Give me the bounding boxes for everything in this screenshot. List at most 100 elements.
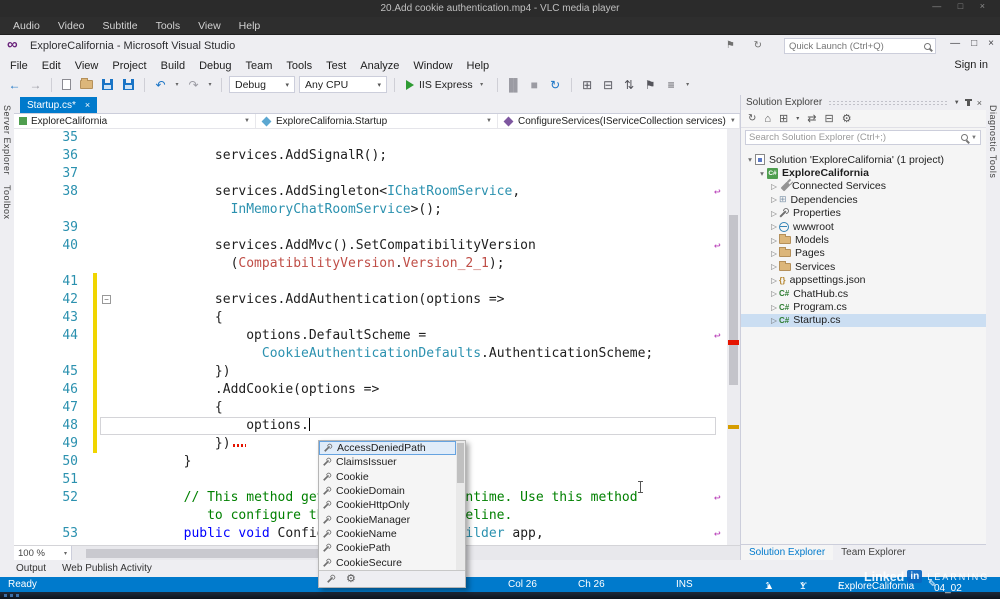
menu-view[interactable]: View [68,59,106,73]
gear-icon[interactable]: ⚙ [346,573,356,585]
code-line[interactable]: 39 [14,219,740,237]
bookmark-icon[interactable]: ⚑ [642,79,659,91]
navbar-project-dropdown[interactable]: ExploreCalifornia ▼ [14,114,256,128]
switch-views-icon[interactable]: ⊞ [779,112,788,125]
pin-icon[interactable] [964,99,972,106]
vlc-menu-subtitle[interactable]: Subtitle [94,20,147,32]
toolbar-options-icon[interactable]: ▾ [684,81,692,88]
code-line[interactable]: 45 }) [14,363,740,381]
tree-item-dependencies[interactable]: ▷ ⊞ Dependencies [741,193,987,206]
vlc-window-buttons[interactable]: — □ × [932,1,992,11]
code-line[interactable]: 48 options. [14,417,740,435]
output-tab-output[interactable]: Output [16,563,46,574]
sync-icon[interactable]: ⇅ [621,79,638,91]
feedback-icons[interactable]: ⚑ ↻ [726,40,770,51]
menu-build[interactable]: Build [154,59,192,73]
completion-item-accessdeniedpath[interactable]: AccessDeniedPath [319,441,456,456]
sync-with-active-document-icon[interactable]: ⇄ [807,112,816,125]
vlc-menu-view[interactable]: View [189,20,230,32]
open-file-icon[interactable] [80,78,93,89]
panel-tab-team-explorer[interactable]: Team Explorer [833,545,913,560]
editor-vertical-scrollbar[interactable] [727,129,740,545]
code-line[interactable]: 36 services.AddSignalR(); [14,147,740,165]
tree-item-program-cs[interactable]: ▷ C# Program.cs [741,300,987,313]
quick-launch-input[interactable]: Quick Launch (Ctrl+Q) [784,38,936,54]
code-line[interactable]: (CompatibilityVersion.Version_2_1); [14,255,740,273]
code-line[interactable]: 44 options.DefaultScheme = ↩ [14,327,740,345]
expander-icon[interactable]: ▷ [769,182,779,191]
properties-filter-icon[interactable] [327,575,336,584]
undo-icon[interactable]: ↶ [152,79,169,91]
expander-icon[interactable]: ▷ [769,236,779,245]
vlc-menu-help[interactable]: Help [230,20,270,32]
code-line[interactable]: 46 .AddCookie(options => [14,381,740,399]
code-line[interactable]: 41 [14,273,740,291]
close-tab-icon[interactable]: × [85,100,90,110]
navigate-back-icon[interactable]: ← [6,79,23,91]
expander-icon[interactable]: ▷ [769,289,779,298]
horizontal-scrollbar-thumb[interactable] [86,549,346,558]
drag-handle[interactable] [828,100,948,105]
navbar-member-dropdown[interactable]: ConfigureServices(IServiceCollection ser… [498,114,740,128]
code-line[interactable]: 35 [14,129,740,147]
tree-item-solution-explorecalifornia-1-project[interactable]: ▾ Solution 'ExploreCalifornia' (1 project… [741,153,987,166]
navbar-class-dropdown[interactable]: ExploreCalifornia.Startup ▼ [256,114,498,128]
vlc-menu-video[interactable]: Video [49,20,94,32]
collapse-region-icon[interactable]: − [102,295,111,304]
tree-item-appsettings-json[interactable]: ▷{} appsettings.json [741,274,987,287]
completion-item-cookiedomain[interactable]: CookieDomain [319,484,456,498]
minimize-button[interactable]: — [950,38,960,49]
menu-help[interactable]: Help [460,59,497,73]
code-line[interactable]: 38 services.AddSingleton<IChatRoomServic… [14,183,740,201]
navigate-forward-icon[interactable]: → [27,79,44,91]
code-line[interactable]: CookieAuthenticationDefaults.Authenticat… [14,345,740,363]
side-tab-server-explorer[interactable]: Server Explorer [2,105,12,175]
expander-icon[interactable]: ▷ [769,209,779,218]
expander-icon[interactable]: ▷ [769,195,779,204]
vlc-menu-tools[interactable]: Tools [147,20,190,32]
completion-item-cookiemanager[interactable]: CookieManager [319,512,456,526]
menu-debug[interactable]: Debug [192,59,238,73]
properties-icon[interactable]: ⚙ [842,112,852,125]
tree-item-pages[interactable]: ▷ Pages [741,247,987,260]
tree-item-explorecalifornia[interactable]: ▾ C# ExploreCalifornia [741,166,987,179]
pending-changes-filter-icon[interactable]: ▾ [796,115,799,122]
menu-test[interactable]: Test [319,59,353,73]
tree-item-models[interactable]: ▷ Models [741,233,987,246]
tree-item-connected-services[interactable]: ▷ Connected Services [741,180,987,193]
completion-item-cookiename[interactable]: CookieName [319,527,456,541]
menu-file[interactable]: File [3,59,35,73]
tree-item-chathub-cs[interactable]: ▷ C# ChatHub.cs [741,287,987,300]
solution-explorer-search-input[interactable]: Search Solution Explorer (Ctrl+;) ▼ [745,130,981,145]
platform-select[interactable]: Any CPU ▾ [299,76,387,93]
redo-dropdown-icon[interactable]: ▾ [206,81,214,88]
new-file-icon[interactable] [62,79,71,90]
expander-icon[interactable]: ▷ [769,316,779,325]
vlc-bottom-bar[interactable] [0,592,1000,599]
start-debugging-button[interactable]: IIS Express ▾ [402,79,490,91]
scrollbar-thumb[interactable] [729,215,738,385]
tree-item-services[interactable]: ▷ Services [741,260,987,273]
menu-edit[interactable]: Edit [35,59,68,73]
side-tab-toolbox[interactable]: Toolbox [2,185,12,220]
window-position-icon[interactable]: ▼ [954,100,960,106]
expander-icon[interactable]: ▷ [769,262,779,271]
menu-team[interactable]: Team [239,59,280,73]
completion-item-cookie[interactable]: Cookie [319,470,456,484]
tab-startup-cs[interactable]: Startup.cs* × [20,97,98,113]
expander-icon[interactable]: ▷ [769,249,779,258]
close-panel-icon[interactable]: × [977,98,982,108]
code-line[interactable]: 37 [14,165,740,183]
back-icon[interactable]: ↻ [748,113,756,124]
save-all-icon[interactable] [123,79,134,90]
home-icon[interactable]: ⌂ [764,113,771,125]
expander-icon[interactable]: ▾ [745,155,755,164]
debug-configuration-select[interactable]: Debug ▾ [229,76,295,93]
vlc-menu-audio[interactable]: Audio [4,20,49,32]
tree-item-wwwroot[interactable]: ▷ wwwroot [741,220,987,233]
show-all-files-icon[interactable]: ⊞ [579,79,596,91]
maximize-button[interactable]: □ [971,38,977,49]
code-line[interactable]: 47 { [14,399,740,417]
close-button[interactable]: × [988,38,994,49]
output-tab-web-publish-activity[interactable]: Web Publish Activity [62,563,152,574]
